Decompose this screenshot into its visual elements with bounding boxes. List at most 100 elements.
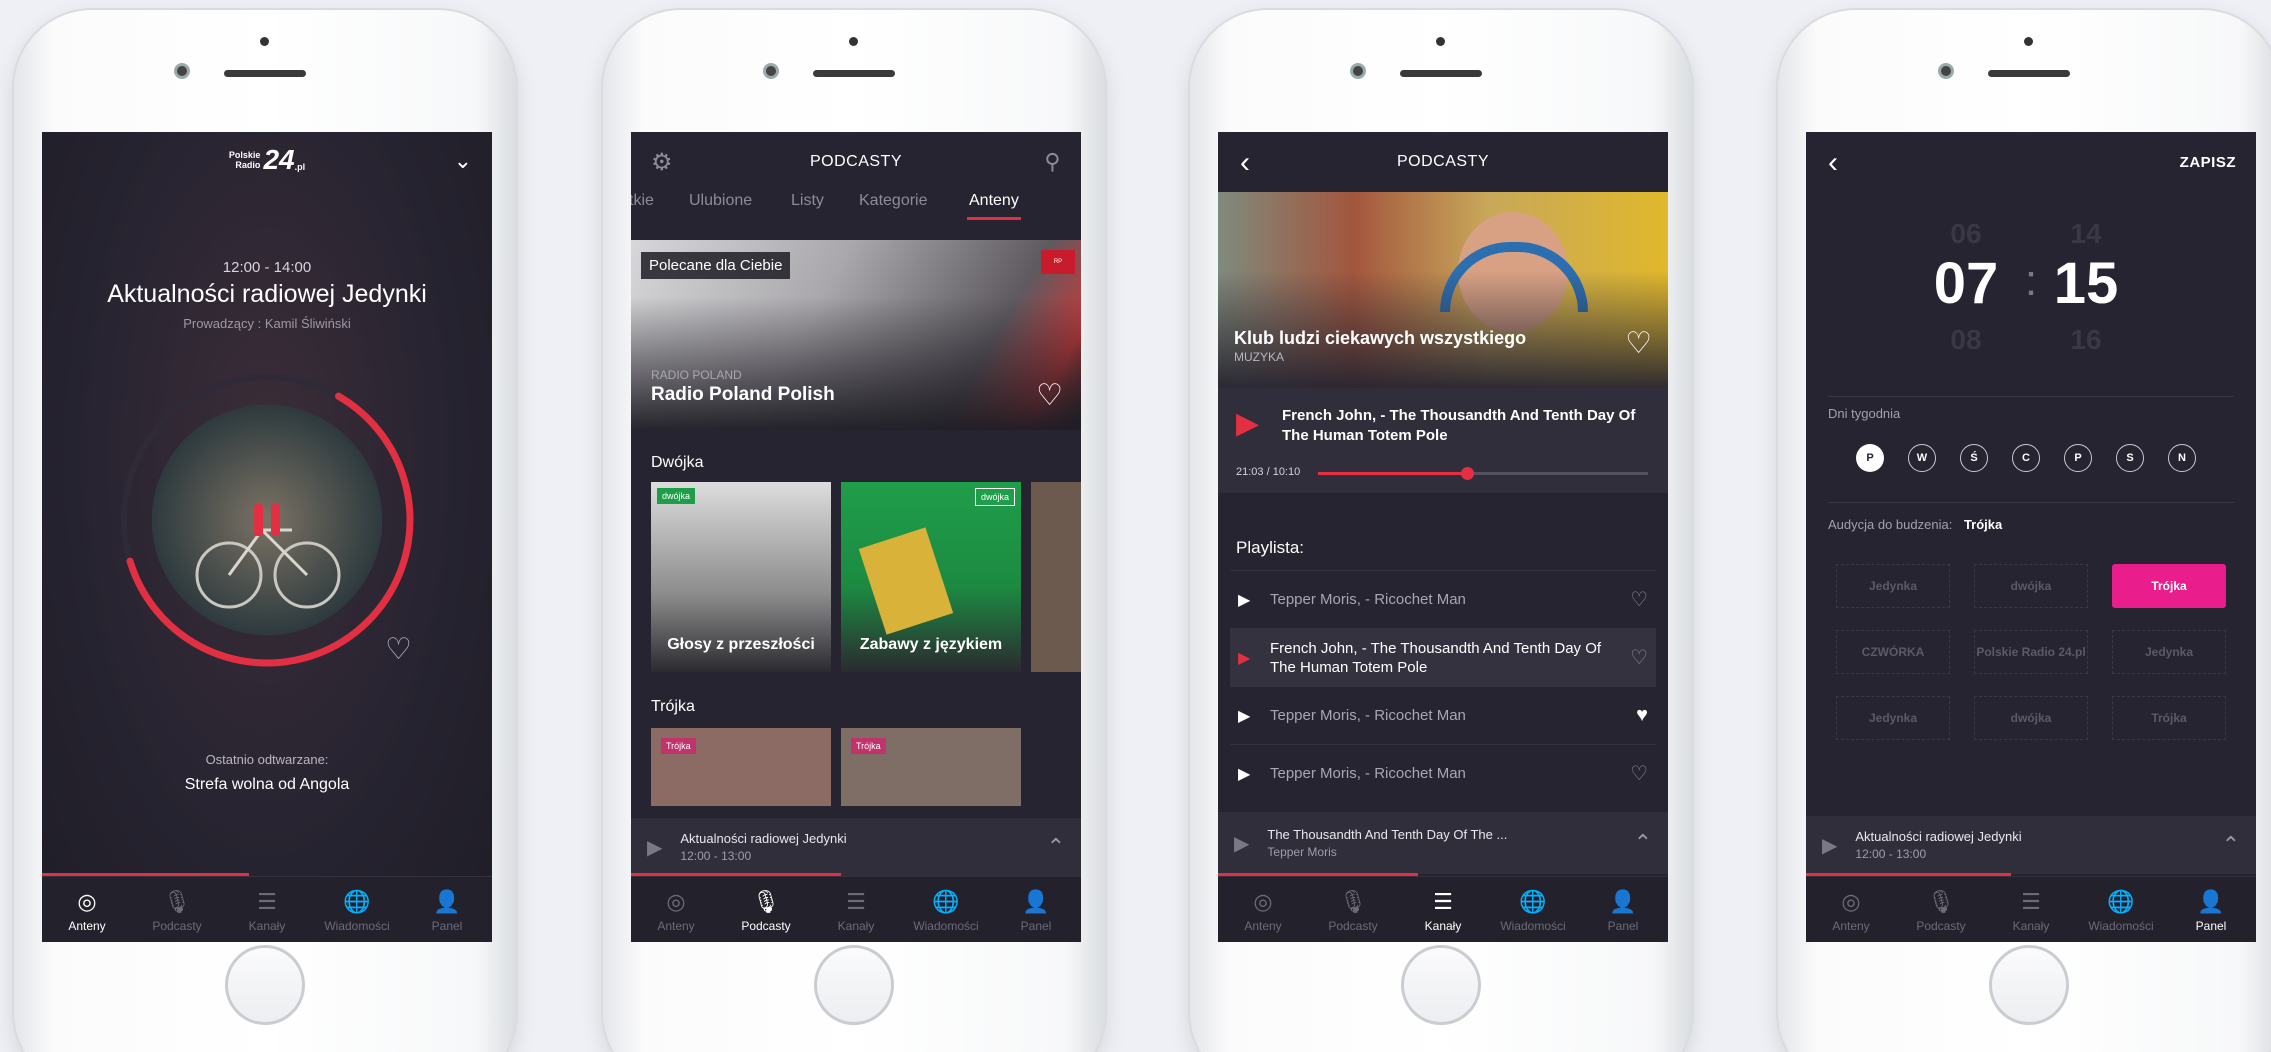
chevron-up-icon[interactable]: ⌃ [1047, 834, 1065, 860]
hero-banner[interactable]: Polecane dla Ciebie RP RADIO POLAND Radi… [631, 240, 1081, 430]
nav-panel[interactable]: 👤 Panel [996, 889, 1076, 933]
recent-title[interactable]: Strefa wolna od Angola [42, 776, 492, 794]
nav-anteny[interactable]: ◎ Anteny [636, 889, 716, 933]
station-logo[interactable]: Trójka [2112, 564, 2226, 608]
tab-listy[interactable]: Listy [791, 192, 859, 230]
nav-anteny[interactable]: ◎ Anteny [47, 889, 127, 933]
nav-panel[interactable]: 👤 Panel [407, 889, 487, 933]
play-icon[interactable]: ▶ [647, 835, 662, 860]
day-toggle[interactable]: P [2064, 444, 2092, 472]
chevron-down-icon[interactable]: ⌄ [454, 148, 472, 174]
play-icon[interactable]: ▶ [1238, 590, 1270, 610]
tab-ulubione[interactable]: Ulubione [689, 192, 791, 230]
day-toggle[interactable]: C [2012, 444, 2040, 472]
station-logo[interactable]: Trójka [2112, 696, 2226, 740]
station-logo[interactable]: dwójka [1974, 564, 2088, 608]
day-toggle[interactable]: N [2168, 444, 2196, 472]
hour-picker[interactable]: 07 [1906, 250, 2026, 317]
station-logo[interactable]: Polskie Radio 24.pl [1974, 630, 2088, 674]
back-arrow-icon[interactable]: ‹ [1828, 146, 1839, 180]
back-arrow-icon[interactable]: ‹ [1240, 146, 1251, 180]
nav-kanaly[interactable]: ☰ Kanały [1403, 889, 1483, 933]
tab-kategorie[interactable]: Kategorie [859, 192, 967, 230]
playlist-item[interactable]: ▶ Tepper Moris, - Ricochet Man ♡ [1230, 570, 1656, 628]
minute-prev[interactable]: 14 [2036, 218, 2136, 250]
heart-icon[interactable]: ♡ [1630, 761, 1648, 786]
nav-kanaly[interactable]: ☰ Kanały [816, 889, 896, 933]
nav-podcasty[interactable]: 🎙 Podcasty [726, 889, 806, 933]
mini-player[interactable]: ▶ The Thousandth And Tenth Day Of The ..… [1218, 812, 1668, 874]
station-logo[interactable]: dwójka [1974, 696, 2088, 740]
sensor [2024, 37, 2033, 46]
search-icon[interactable]: ⚲ [1044, 149, 1061, 175]
nav-podcasty[interactable]: 🎙 Podcasty [137, 889, 217, 933]
nav-panel[interactable]: 👤 Panel [1583, 889, 1663, 933]
nav-label: Anteny [1832, 919, 1870, 933]
day-toggle[interactable]: S [2116, 444, 2144, 472]
day-toggle[interactable]: W [1908, 444, 1936, 472]
day-toggle[interactable]: P [1856, 444, 1884, 472]
podcast-card[interactable]: dwójka Głosy z przeszłości [651, 482, 831, 672]
nav-label: Wiadomości [1500, 919, 1566, 933]
nav-podcasty[interactable]: 🎙 Podcasty [1313, 889, 1393, 933]
playlist-item[interactable]: ▶ Tepper Moris, - Ricochet Man ♡ [1230, 744, 1656, 802]
hour-next[interactable]: 08 [1916, 324, 2016, 356]
nav-kanaly[interactable]: ☰ Kanały [227, 889, 307, 933]
seek-bar[interactable] [1318, 467, 1648, 480]
mini-player[interactable]: ▶ Aktualności radiowej Jedynki 12:00 - 13… [631, 818, 1081, 876]
mini-player[interactable]: ▶ Aktualności radiowej Jedynki 12:00 - 13… [1806, 816, 2256, 874]
playlist-item[interactable]: ▶ French John, - The Thousandth And Tenth… [1230, 628, 1656, 686]
play-icon[interactable]: ▶ [1236, 406, 1259, 441]
play-icon[interactable]: ▶ [1238, 706, 1270, 726]
pause-icon [254, 504, 263, 536]
mic-icon: 🎙 [1927, 889, 1955, 914]
play-icon[interactable]: ▶ [1234, 831, 1249, 856]
podcast-card[interactable]: Trójka [841, 728, 1021, 806]
home-button[interactable] [1401, 945, 1481, 1025]
nav-wiadomosci[interactable]: 🌐 Wiadomości [2081, 889, 2161, 933]
save-button[interactable]: ZAPISZ [2180, 154, 2236, 171]
nav-panel[interactable]: 👤 Panel [2171, 889, 2251, 933]
play-icon[interactable]: ▶ [1238, 648, 1270, 668]
podcast-card[interactable] [1031, 482, 1081, 672]
heart-icon[interactable]: ♡ [1630, 587, 1648, 612]
minute-picker[interactable]: 15 [2026, 250, 2146, 317]
station-logo[interactable]: Jedynka [1836, 696, 1950, 740]
podcast-card[interactable]: dwójka Zabawy z językiem [841, 482, 1021, 672]
nav-wiadomosci[interactable]: 🌐 Wiadomości [317, 889, 397, 933]
gear-icon[interactable]: ⚙ [651, 148, 673, 177]
station-logo[interactable]: CZWÓRKA [1836, 630, 1950, 674]
nav-wiadomosci[interactable]: 🌐 Wiadomości [906, 889, 986, 933]
minute-next[interactable]: 16 [2036, 324, 2136, 356]
nav-anteny[interactable]: ◎ Anteny [1223, 889, 1303, 933]
heart-icon[interactable]: ♡ [385, 632, 412, 667]
home-button[interactable] [814, 945, 894, 1025]
nav-label: Wiadomości [2088, 919, 2154, 933]
nav-wiadomosci[interactable]: 🌐 Wiadomości [1493, 889, 1573, 933]
home-button[interactable] [1989, 945, 2069, 1025]
home-button[interactable] [225, 945, 305, 1025]
station-logo[interactable]: Jedynka [1836, 564, 1950, 608]
nav-anteny[interactable]: ◎ Anteny [1811, 889, 1891, 933]
chevron-up-icon[interactable]: ⌃ [2222, 832, 2240, 858]
chevron-up-icon[interactable]: ⌃ [1634, 830, 1652, 856]
heart-icon[interactable]: ♡ [1625, 326, 1652, 361]
day-toggle[interactable]: Ś [1960, 444, 1988, 472]
user-icon: 👤 [2197, 889, 2225, 914]
heart-icon[interactable]: ♡ [1036, 378, 1063, 413]
play-icon[interactable]: ▶ [1822, 833, 1837, 858]
nav-podcasty[interactable]: 🎙 Podcasty [1901, 889, 1981, 933]
heart-icon[interactable]: ♥ [1636, 704, 1648, 727]
nav-kanaly[interactable]: ☰ Kanały [1991, 889, 2071, 933]
play-icon[interactable]: ▶ [1238, 764, 1270, 784]
station-logo[interactable]: Jedynka [2112, 630, 2226, 674]
seek-handle[interactable] [1460, 467, 1474, 480]
playlist-item[interactable]: ▶ Tepper Moris, - Ricochet Man ♥ [1230, 686, 1656, 744]
podcast-card[interactable]: Trójka [651, 728, 831, 806]
tab-wszystkie[interactable]: tkie [631, 192, 689, 230]
tab-anteny[interactable]: Anteny [967, 192, 1021, 220]
playback-ring[interactable] [117, 370, 417, 670]
nav-label: Podcasty [152, 919, 202, 933]
heart-icon[interactable]: ♡ [1630, 645, 1648, 670]
hour-prev[interactable]: 06 [1916, 218, 2016, 250]
